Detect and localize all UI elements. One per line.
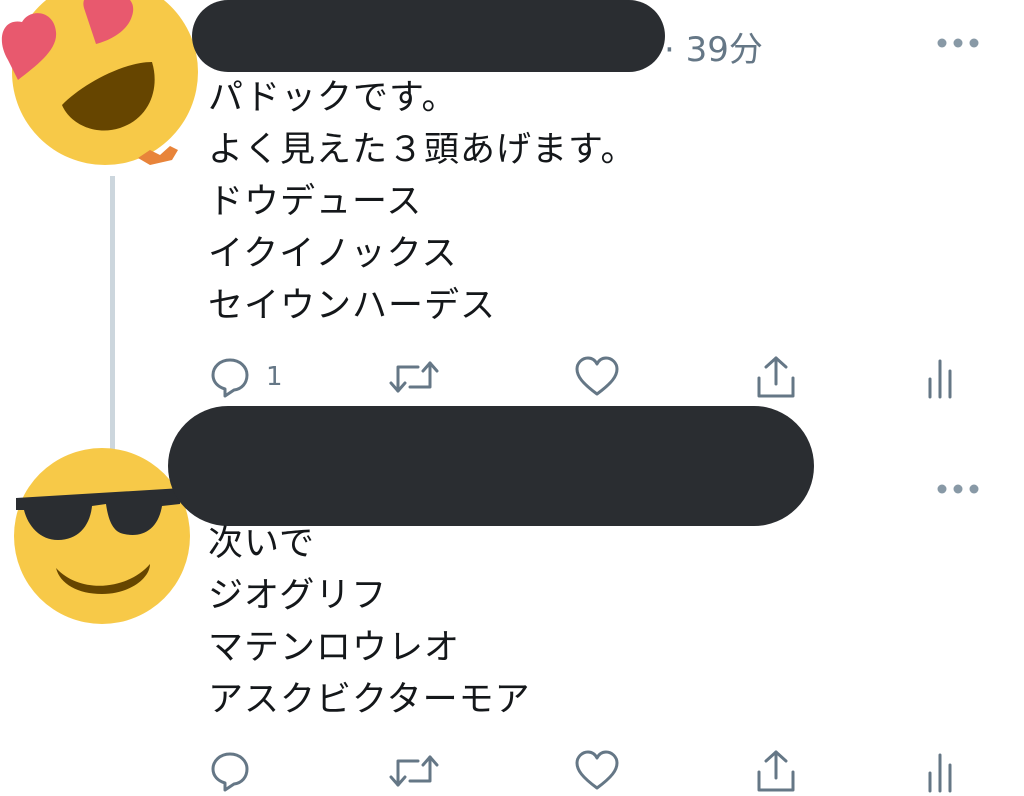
tweet-text-line: イクイノックス — [208, 234, 458, 274]
tweet-text-line: マテンロウレオ — [208, 628, 461, 668]
analytics-button[interactable] — [924, 352, 960, 402]
heart-icon — [575, 750, 619, 790]
tweet-actions — [208, 746, 968, 796]
retweet-icon — [389, 755, 439, 787]
tweet-text-line: ドウデュース — [208, 182, 423, 222]
sunglasses-emoji-icon[interactable] — [12, 446, 192, 626]
retweet-button[interactable] — [388, 746, 440, 796]
reply-icon — [211, 358, 249, 398]
tweet-text-line: パドックです。 — [208, 78, 458, 118]
tweet-text-line: セイウンハーデス — [208, 286, 497, 326]
analytics-button[interactable] — [924, 746, 960, 796]
reply-button[interactable] — [208, 746, 252, 796]
tweet-timestamp[interactable]: · 39分 — [664, 22, 763, 71]
thread-line — [110, 176, 115, 458]
reply-button[interactable]: 1 — [208, 352, 283, 402]
tweet-text-line: アスクビクターモア — [208, 680, 531, 720]
tweet-actions: 1 — [208, 352, 968, 402]
tweet-text: パドックです。 よく見えた３頭あげます。 ドウデュース イクイノックス セイウン… — [208, 72, 637, 332]
tweet-text-line: よく見えた３頭あげます。 — [208, 130, 637, 170]
redacted-username — [168, 406, 814, 526]
analytics-icon — [928, 359, 952, 399]
share-button[interactable] — [754, 746, 798, 796]
redacted-username — [192, 0, 665, 72]
tweet-text-line: ジオグリフ — [208, 576, 388, 616]
heart-eyes-emoji-icon[interactable] — [0, 0, 200, 170]
share-button[interactable] — [754, 352, 798, 402]
like-button[interactable] — [574, 352, 620, 402]
reply-count: 1 — [266, 362, 283, 392]
analytics-icon — [928, 753, 952, 793]
share-icon — [757, 750, 795, 792]
share-icon — [757, 356, 795, 398]
retweet-button[interactable] — [388, 352, 440, 402]
like-button[interactable] — [574, 746, 620, 796]
retweet-icon — [389, 361, 439, 393]
tweet-text-line: 次いで — [208, 524, 315, 564]
tweet-text: 次いで ジオグリフ マテンロウレオ アスクビクターモア — [208, 518, 531, 726]
more-options-icon[interactable] — [936, 482, 980, 496]
heart-icon — [575, 356, 619, 396]
more-options-icon[interactable] — [936, 36, 980, 50]
reply-icon — [211, 752, 249, 792]
